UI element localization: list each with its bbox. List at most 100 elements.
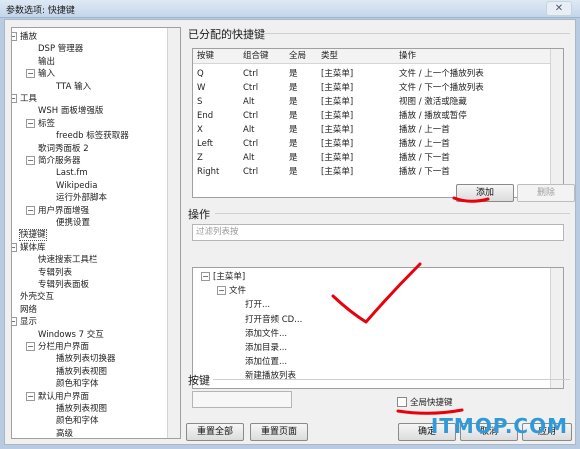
tree-item[interactable]: 颜色和字体 [56, 378, 99, 390]
expand-toggle-icon[interactable]: − [12, 94, 17, 103]
table-cell: [主菜单] [321, 167, 354, 177]
expand-toggle-icon[interactable]: − [26, 118, 35, 128]
table-row[interactable]: Right Ctrl 是 [主菜单] 播放 / 下一首 [193, 165, 551, 179]
tree-item-label: Wikipedia [56, 180, 98, 191]
tree-item[interactable]: − 默认用户界面 [26, 391, 89, 403]
tree-item[interactable]: 运行外部脚本 [56, 192, 107, 204]
table-cell: Right [197, 167, 220, 177]
tree-item[interactable]: Windows 7 交互 [38, 329, 104, 341]
operation-item[interactable]: − 文件 [217, 285, 246, 297]
expand-toggle-icon[interactable]: − [26, 391, 35, 401]
table-scrollbar[interactable] [550, 49, 563, 197]
preferences-tree[interactable]: −播放DSP 管理器输出−输入TTA 输入 −工具WSH 面板增强版−标签free… [11, 27, 181, 439]
tree-item[interactable]: 便携设置 [56, 217, 90, 229]
table-row[interactable]: Q Ctrl 是 [主菜单] 文件 / 上一个播放列表 [193, 67, 551, 81]
reset-page-button[interactable]: 重置页面 [250, 423, 308, 441]
tree-item[interactable]: 专辑列表面板 [38, 279, 89, 291]
tree-item[interactable]: 专辑列表 [38, 267, 72, 279]
tree-item-label: 用户界面增强 [38, 205, 90, 216]
table-row[interactable]: W Ctrl 是 [主菜单] 文件 / 下一个播放列表 [193, 81, 551, 95]
delete-button[interactable]: 删除 [517, 184, 575, 202]
expand-toggle-icon[interactable]: − [26, 205, 35, 215]
table-cell: 文件 / 上一个播放列表 [399, 69, 484, 79]
table-cell: 播放 / 播放或暂停 [399, 111, 467, 121]
global-shortcut-checkbox[interactable] [397, 397, 407, 407]
table-cell: [主菜单] [321, 125, 354, 135]
table-cell: 播放 / 上一首 [399, 139, 450, 149]
column-header[interactable]: 类型 [321, 49, 338, 63]
tree-item[interactable]: 播放列表切换器 [56, 353, 116, 365]
table-row[interactable]: X Alt 是 [主菜单] 播放 / 上一首 [193, 123, 551, 137]
tree-item[interactable]: −工具 [12, 93, 37, 105]
tree-item[interactable]: − 分栏用户界面 [26, 341, 89, 353]
operation-item[interactable]: 添加文件... [245, 328, 287, 340]
table-row[interactable]: End Ctrl 是 [主菜单] 播放 / 播放或暂停 [193, 109, 551, 123]
tree-item[interactable]: TTA 输入 [56, 81, 91, 93]
table-row[interactable]: S Alt 是 [主菜单] 视图 / 激活或隐藏 [193, 95, 551, 109]
table-row[interactable]: Z Alt 是 [主菜单] 播放 / 下一首 [193, 151, 551, 165]
tree-item[interactable]: freedb 标签获取器 [56, 130, 129, 142]
tree-item[interactable]: 快捷键 [19, 229, 47, 242]
table-cell: Ctrl [243, 167, 259, 177]
tree-item[interactable]: Last.fm [56, 167, 88, 179]
shortcut-table[interactable]: 按键 组合键 全局 类型 操作 Q Ctrl 是 [主菜单] 文件 / 上一个播放列表 W Ctrl… [192, 48, 564, 198]
table-row[interactable]: Left Ctrl 是 [主菜单] 播放 / 上一首 [193, 137, 551, 151]
operation-item[interactable]: 新建播放列表 [245, 370, 296, 382]
expand-toggle-icon[interactable]: − [12, 317, 17, 327]
operation-tree[interactable]: − [主菜单] − 文件打开... 打开音频 CD... 添加文件... 添加目录... 添加… [192, 267, 564, 389]
tree-item[interactable]: − 用户界面增强 [26, 205, 89, 217]
tree-scrollbar[interactable] [167, 28, 180, 438]
operation-item[interactable]: − [主菜单] [201, 271, 245, 283]
tree-item[interactable]: 快速搜索工具栏 [38, 254, 98, 266]
tree-item-label: 网络 [20, 304, 38, 315]
column-header[interactable]: 组合键 [243, 49, 269, 63]
key-input[interactable] [192, 391, 292, 408]
tree-item[interactable]: −播放 [12, 31, 37, 43]
tree-item-label: 高级 [56, 428, 74, 439]
divider [260, 33, 570, 34]
tree-item[interactable]: − 标签 [26, 118, 55, 130]
table-cell: Ctrl [243, 69, 259, 79]
expand-toggle-icon[interactable]: − [26, 69, 35, 79]
close-button[interactable]: ✕ [546, 1, 572, 16]
tree-item[interactable]: 输出 [38, 56, 55, 68]
filter-input[interactable]: 过滤列表按 [192, 224, 564, 241]
global-shortcut-label: 全局快捷键 [410, 398, 453, 408]
tree-item-label: 专辑列表 [38, 267, 73, 278]
tree-item[interactable]: DSP 管理器 [38, 43, 83, 55]
tree-item-label: 播放列表视图 [56, 366, 108, 377]
tree-item[interactable]: −媒体库 [12, 242, 46, 254]
operation-item[interactable]: 打开音频 CD... [245, 314, 302, 326]
tree-item[interactable]: 颜色和字体 [56, 415, 99, 427]
reset-all-button[interactable]: 重置全部 [186, 423, 244, 441]
tree-item[interactable]: WSH 面板增强版 [38, 105, 103, 117]
tree-item[interactable]: −显示 [12, 316, 37, 328]
expand-toggle-icon[interactable]: − [12, 242, 17, 252]
tree-item[interactable]: − 输入 [26, 68, 55, 80]
tree-item[interactable]: 网络 [20, 304, 37, 316]
add-button[interactable]: 添加 [456, 184, 514, 202]
operation-scrollbar[interactable] [550, 268, 563, 388]
expand-toggle-icon[interactable]: − [26, 342, 35, 351]
expand-toggle-icon[interactable]: − [201, 272, 210, 281]
tree-item[interactable]: Wikipedia [56, 180, 97, 192]
tree-item[interactable]: 歌词秀面板 2 [38, 143, 89, 155]
tree-item[interactable]: 高级 [56, 428, 74, 439]
column-header[interactable]: 操作 [399, 49, 416, 63]
tree-item-label: 便携设置 [56, 218, 91, 228]
column-header[interactable]: 全局 [289, 49, 306, 63]
tree-item-label: Last.fm [56, 168, 88, 179]
operation-item[interactable]: 添加位置... [245, 356, 287, 368]
column-header[interactable]: 按键 [197, 49, 214, 63]
operation-item[interactable]: 添加目录... [245, 342, 287, 354]
operation-item[interactable]: 打开... [245, 299, 270, 311]
tree-item[interactable]: − 简介服务器 [26, 155, 81, 167]
tree-item[interactable]: 播放列表视图 [56, 366, 107, 378]
expand-toggle-icon[interactable]: − [26, 156, 35, 165]
expand-toggle-icon[interactable]: − [217, 286, 226, 296]
tree-item[interactable]: 外壳交互 [20, 291, 54, 303]
table-cell: 播放 / 下一首 [399, 167, 450, 177]
tree-item[interactable]: 播放列表视图 [56, 403, 107, 415]
expand-toggle-icon[interactable]: − [12, 32, 17, 41]
tree-item-label: 颜色和字体 [56, 379, 99, 390]
